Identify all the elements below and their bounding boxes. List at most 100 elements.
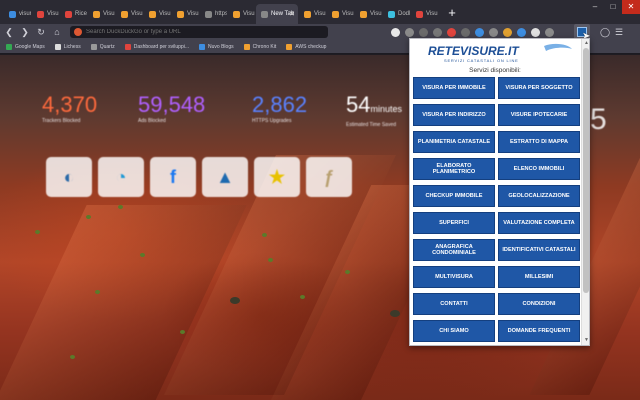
tab-favicon-icon <box>261 10 268 18</box>
url-input[interactable] <box>86 29 316 35</box>
scrollbar-thumb[interactable] <box>583 48 589 293</box>
tab[interactable]: Visura <box>299 4 326 24</box>
tab[interactable]: Visura <box>228 4 255 24</box>
service-button[interactable]: Superfici <box>413 212 495 234</box>
top-site-tile[interactable]: ★ <box>254 157 300 197</box>
extension-icon[interactable] <box>416 25 430 39</box>
tab[interactable]: Visura <box>355 4 382 24</box>
tab-favicon-icon <box>9 10 16 18</box>
duckduckgo-icon <box>74 28 82 36</box>
new-tab-button[interactable]: + <box>443 4 461 24</box>
bookmark-item[interactable]: Dashboard per sviluppi... <box>124 43 189 50</box>
tab[interactable]: New Tab ✕ <box>256 4 298 24</box>
tab[interactable]: Visura <box>88 4 115 24</box>
tab-title: Visura <box>187 11 199 17</box>
service-button[interactable]: Multivisura <box>413 266 495 288</box>
bookmark-item[interactable]: Google Maps <box>6 43 45 50</box>
service-button[interactable]: Millesimi <box>498 266 580 288</box>
service-button[interactable]: Geolocalizzazione <box>498 185 580 207</box>
bookmark-item[interactable]: AWS checkup <box>286 43 326 50</box>
extension-icon[interactable] <box>542 25 556 39</box>
bookmark-item[interactable]: Chrono Kit <box>243 43 276 50</box>
tab[interactable]: visura c <box>4 4 31 24</box>
tab-close-icon[interactable]: ✕ <box>289 10 295 18</box>
bookmark-item[interactable]: Quartz <box>90 43 115 50</box>
service-button[interactable]: Planimetria catastale <box>413 131 495 153</box>
service-button[interactable]: Chi siamo <box>413 320 495 342</box>
tab-title: Visura <box>159 11 171 17</box>
minimize-icon[interactable]: – <box>586 0 604 14</box>
extension-icon[interactable] <box>430 25 444 39</box>
stat-label: Estimated Time Saved <box>346 122 397 128</box>
service-button[interactable]: Elenco immobili <box>498 158 580 180</box>
tab[interactable]: Visure <box>32 4 59 24</box>
popup-title: Servizi disponibili: <box>469 67 521 74</box>
tab-title: Visura <box>103 11 115 17</box>
extension-icon[interactable] <box>486 25 500 39</box>
extension-icon[interactable] <box>500 25 514 39</box>
star-icon: ★ <box>268 166 286 187</box>
top-site-tile[interactable]: ▲ <box>202 157 248 197</box>
retevisure-logo: RETEVISURE.IT SERVIZI CATASTALI ON LINE <box>428 43 572 63</box>
address-bar[interactable] <box>70 26 328 38</box>
extension-icon[interactable] <box>528 25 542 39</box>
tab[interactable]: DodB <box>383 4 410 24</box>
service-button[interactable]: Estratto di mappa <box>498 131 580 153</box>
scroll-down-icon[interactable]: ▼ <box>583 337 589 344</box>
top-site-tile[interactable]: ƒ <box>306 157 352 197</box>
stat-value: 4,370 <box>42 92 98 117</box>
stat-value: 2,862 <box>252 92 308 117</box>
service-button[interactable]: Anagrafica condominiale <box>413 239 495 261</box>
service-button[interactable]: Elaborato planimetrico <box>413 158 495 180</box>
retevisure-popup: RETEVISURE.IT SERVIZI CATASTALI ON LINE … <box>409 38 590 346</box>
service-button[interactable]: Identificativi catastali <box>498 239 580 261</box>
popup-scrollbar[interactable]: ▲ ▼ <box>581 39 589 345</box>
tab-favicon-icon <box>416 10 423 18</box>
extension-icon[interactable] <box>514 25 528 39</box>
window-close-icon[interactable]: ✕ <box>622 0 640 14</box>
reload-icon[interactable]: ↻ <box>34 25 48 39</box>
tab[interactable]: Visura <box>172 4 199 24</box>
tab-favicon-icon <box>177 10 184 18</box>
tab-favicon-icon <box>304 10 311 18</box>
account-icon[interactable]: ◯ <box>598 25 612 39</box>
service-button[interactable]: Visura per soggetto <box>498 77 580 99</box>
tab[interactable]: Ricerca <box>60 4 87 24</box>
menu-icon[interactable]: ☰ <box>612 25 626 39</box>
back-icon[interactable]: ❮ <box>2 25 16 39</box>
tab[interactable]: https: <box>200 4 227 24</box>
tab-title: Ricerca <box>75 11 87 17</box>
service-button[interactable]: Contatti <box>413 293 495 315</box>
shield-icon[interactable] <box>388 25 402 39</box>
bookmark-item[interactable]: Nuvo Blogs <box>199 43 234 50</box>
extension-icon[interactable] <box>402 25 416 39</box>
tab-favicon-icon <box>332 10 339 18</box>
bookmark-item[interactable]: Lichess <box>54 43 81 50</box>
bookmark-favicon-icon <box>243 43 250 50</box>
services-grid: Visura per immobile Visura per soggetto Vi… <box>413 77 580 342</box>
top-site-tile[interactable]: f <box>150 157 196 197</box>
top-site-tile[interactable]: ◐ <box>46 157 92 197</box>
top-site-tile[interactable]: ◔ <box>98 157 144 197</box>
stat-time-saved: 54minutes Estimated Time Saved <box>346 93 402 129</box>
scroll-up-icon[interactable]: ▲ <box>583 40 589 47</box>
tab-title: DodB <box>398 11 410 17</box>
service-button[interactable]: Checkup immobile <box>413 185 495 207</box>
home-icon[interactable]: ⌂ <box>50 25 64 39</box>
extension-icon[interactable] <box>472 25 486 39</box>
forward-icon[interactable]: ❯ <box>18 25 32 39</box>
service-button[interactable]: Condizioni <box>498 293 580 315</box>
service-button[interactable]: Visure ipotecarie <box>498 104 580 126</box>
extension-icon[interactable] <box>458 25 472 39</box>
service-button[interactable]: Visura per indirizzo <box>413 104 495 126</box>
tab[interactable]: Visura <box>144 4 171 24</box>
maximize-icon[interactable]: □ <box>604 0 622 14</box>
service-button[interactable]: Visura per immobile <box>413 77 495 99</box>
service-button[interactable]: Domande frequenti <box>498 320 580 342</box>
extension-icon[interactable] <box>444 25 458 39</box>
tab[interactable]: Visura <box>327 4 354 24</box>
tab[interactable]: Visura <box>116 4 143 24</box>
tab-title: Visura <box>426 11 438 17</box>
service-button[interactable]: Valutazione completa <box>498 212 580 234</box>
tab[interactable]: Visura <box>411 4 438 24</box>
